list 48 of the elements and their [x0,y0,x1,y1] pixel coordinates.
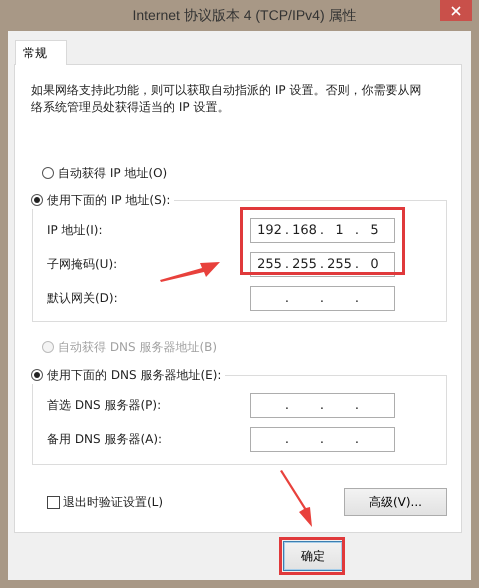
octet-separator: . [284,223,290,238]
octet-value: 0 [369,257,380,272]
octet-separator: . [354,257,360,272]
octet-value: 1 [334,223,345,238]
radio-label: 使用下面的 DNS 服务器地址(E): [47,366,222,384]
radio-label: 自动获得 DNS 服务器地址(B) [58,338,218,356]
close-icon [451,6,461,16]
field-label: 默认网关(D): [47,290,119,307]
octet-separator: . [354,432,360,447]
ip-address-field[interactable]: . . . [250,393,395,418]
octet-separator: . [319,223,325,238]
field-label: 子网掩码(U): [47,256,118,273]
octet-value: 255 [256,257,283,272]
radio-label: 使用下面的 IP 地址(S): [47,192,170,208]
tab[interactable]: 常规 [15,40,67,65]
octet-separator: . [354,223,360,238]
octet-value: 255 [291,257,318,272]
advanced-button[interactable]: 高级(V)... [344,488,447,516]
octet-value: 168 [291,223,318,238]
radio-button[interactable] [42,167,54,179]
radio-button[interactable] [31,369,43,381]
field-label: IP 地址(I): [47,222,104,239]
field-label: 首选 DNS 服务器(P): [47,397,162,414]
ok-button[interactable]: 确定 [283,541,343,571]
octet-separator: . [319,398,325,413]
ip-address-field[interactable]: 255 . 255 . 255 . 0 [250,252,395,277]
octet-separator: . [354,291,360,306]
octet-separator: . [319,432,325,447]
octet-separator: . [284,432,290,447]
ip-address-field[interactable]: . . . [250,427,395,452]
radio-button[interactable] [31,194,43,206]
octet-separator: . [319,257,325,272]
ip-address-field[interactable]: 192 . 168 . 1 . 5 [250,218,395,243]
field-label: 备用 DNS 服务器(A): [47,431,164,448]
octet-value: 192 [256,223,283,238]
octet-value: 255 [326,257,353,272]
octet-value: 5 [369,223,380,238]
radio-label: 自动获得 IP 地址(O) [58,164,168,182]
octet-separator: . [319,291,325,306]
description-text: 如果网络支持此功能，则可以获取自动指派的 IP 设置。否则，你需要从网络系统管理员处获得适当的 IP 设置。 [31,82,422,116]
octet-separator: . [354,398,360,413]
octet-separator: . [284,291,290,306]
octet-separator: . [284,257,290,272]
checkbox[interactable] [47,496,60,508]
close-button[interactable] [440,0,472,21]
octet-separator: . [284,398,290,413]
window-title: Internet 协议版本 4 (TCP/IPv4) 属性 [131,6,357,24]
ip-address-field[interactable]: . . . [250,286,395,311]
